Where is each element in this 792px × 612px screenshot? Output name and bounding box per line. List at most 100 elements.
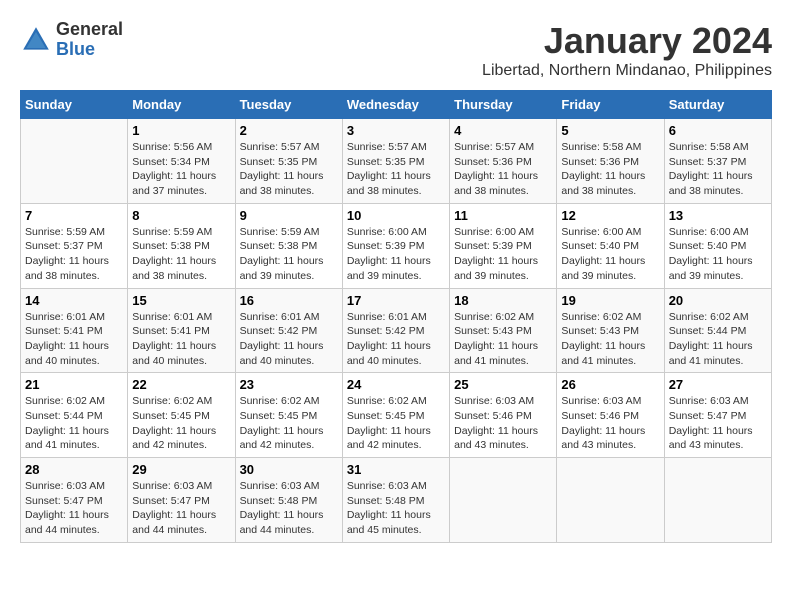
calendar-week-row: 28 Sunrise: 6:03 AM Sunset: 5:47 PM Dayli… <box>21 458 772 543</box>
day-info: Sunrise: 5:57 AM Sunset: 5:35 PM Dayligh… <box>240 140 338 199</box>
calendar-cell: 31 Sunrise: 6:03 AM Sunset: 5:48 PM Dayli… <box>342 458 449 543</box>
logo-blue-text: Blue <box>56 40 123 60</box>
day-number: 11 <box>454 208 552 223</box>
day-info: Sunrise: 5:59 AM Sunset: 5:38 PM Dayligh… <box>240 225 338 284</box>
calendar-cell: 27 Sunrise: 6:03 AM Sunset: 5:47 PM Dayli… <box>664 373 771 458</box>
day-number: 5 <box>561 123 659 138</box>
day-info: Sunrise: 5:56 AM Sunset: 5:34 PM Dayligh… <box>132 140 230 199</box>
calendar-cell: 10Sunrise: 6:00 AM Sunset: 5:39 PM Dayli… <box>342 203 449 288</box>
day-info: Sunrise: 5:57 AM Sunset: 5:35 PM Dayligh… <box>347 140 445 199</box>
header-friday: Friday <box>557 91 664 119</box>
calendar-week-row: 7 Sunrise: 5:59 AM Sunset: 5:37 PM Daylig… <box>21 203 772 288</box>
header-thursday: Thursday <box>450 91 557 119</box>
calendar-cell: 13 Sunrise: 6:00 AM Sunset: 5:40 PM Dayli… <box>664 203 771 288</box>
calendar-cell: 2 Sunrise: 5:57 AM Sunset: 5:35 PM Daylig… <box>235 119 342 204</box>
day-info: Sunrise: 6:03 AM Sunset: 5:46 PM Dayligh… <box>454 394 552 453</box>
calendar-cell <box>557 458 664 543</box>
calendar-cell: 6Sunrise: 5:58 AM Sunset: 5:37 PM Daylig… <box>664 119 771 204</box>
day-info: Sunrise: 6:03 AM Sunset: 5:48 PM Dayligh… <box>347 479 445 538</box>
day-number: 29 <box>132 462 230 477</box>
day-number: 4 <box>454 123 552 138</box>
calendar-cell: 29Sunrise: 6:03 AM Sunset: 5:47 PM Dayli… <box>128 458 235 543</box>
logo-icon <box>20 24 52 56</box>
header-wednesday: Wednesday <box>342 91 449 119</box>
calendar-cell: 1 Sunrise: 5:56 AM Sunset: 5:34 PM Daylig… <box>128 119 235 204</box>
calendar-cell <box>21 119 128 204</box>
title-block: January 2024 Libertad, Northern Mindanao… <box>482 20 772 80</box>
logo-general-text: General <box>56 20 123 40</box>
day-info: Sunrise: 6:00 AM Sunset: 5:39 PM Dayligh… <box>454 225 552 284</box>
header-sunday: Sunday <box>21 91 128 119</box>
day-info: Sunrise: 5:59 AM Sunset: 5:37 PM Dayligh… <box>25 225 123 284</box>
day-info: Sunrise: 6:03 AM Sunset: 5:48 PM Dayligh… <box>240 479 338 538</box>
day-number: 14 <box>25 293 123 308</box>
day-number: 10 <box>347 208 445 223</box>
day-info: Sunrise: 6:02 AM Sunset: 5:44 PM Dayligh… <box>669 310 767 369</box>
day-number: 2 <box>240 123 338 138</box>
calendar-cell: 5 Sunrise: 5:58 AM Sunset: 5:36 PM Daylig… <box>557 119 664 204</box>
day-number: 8 <box>132 208 230 223</box>
calendar-cell: 14 Sunrise: 6:01 AM Sunset: 5:41 PM Dayli… <box>21 288 128 373</box>
day-info: Sunrise: 6:01 AM Sunset: 5:42 PM Dayligh… <box>240 310 338 369</box>
calendar-week-row: 1 Sunrise: 5:56 AM Sunset: 5:34 PM Daylig… <box>21 119 772 204</box>
day-number: 20 <box>669 293 767 308</box>
calendar-cell: 12 Sunrise: 6:00 AM Sunset: 5:40 PM Dayli… <box>557 203 664 288</box>
day-number: 7 <box>25 208 123 223</box>
day-number: 25 <box>454 377 552 392</box>
day-number: 27 <box>669 377 767 392</box>
day-number: 31 <box>347 462 445 477</box>
calendar-cell: 24 Sunrise: 6:02 AM Sunset: 5:45 PM Dayli… <box>342 373 449 458</box>
day-info: Sunrise: 6:01 AM Sunset: 5:41 PM Dayligh… <box>25 310 123 369</box>
calendar-cell: 9 Sunrise: 5:59 AM Sunset: 5:38 PM Daylig… <box>235 203 342 288</box>
day-info: Sunrise: 6:03 AM Sunset: 5:47 PM Dayligh… <box>669 394 767 453</box>
day-info: Sunrise: 5:58 AM Sunset: 5:36 PM Dayligh… <box>561 140 659 199</box>
day-info: Sunrise: 5:59 AM Sunset: 5:38 PM Dayligh… <box>132 225 230 284</box>
day-number: 28 <box>25 462 123 477</box>
calendar-cell: 25 Sunrise: 6:03 AM Sunset: 5:46 PM Dayli… <box>450 373 557 458</box>
calendar-cell: 30 Sunrise: 6:03 AM Sunset: 5:48 PM Dayli… <box>235 458 342 543</box>
day-info: Sunrise: 6:02 AM Sunset: 5:45 PM Dayligh… <box>240 394 338 453</box>
day-number: 1 <box>132 123 230 138</box>
logo: General Blue <box>20 20 123 60</box>
day-number: 24 <box>347 377 445 392</box>
day-info: Sunrise: 6:02 AM Sunset: 5:43 PM Dayligh… <box>454 310 552 369</box>
day-number: 9 <box>240 208 338 223</box>
calendar-cell: 15Sunrise: 6:01 AM Sunset: 5:41 PM Dayli… <box>128 288 235 373</box>
day-info: Sunrise: 6:00 AM Sunset: 5:40 PM Dayligh… <box>561 225 659 284</box>
day-info: Sunrise: 6:02 AM Sunset: 5:44 PM Dayligh… <box>25 394 123 453</box>
calendar-cell: 23 Sunrise: 6:02 AM Sunset: 5:45 PM Dayli… <box>235 373 342 458</box>
day-info: Sunrise: 6:02 AM Sunset: 5:43 PM Dayligh… <box>561 310 659 369</box>
calendar-table: SundayMondayTuesdayWednesdayThursdayFrid… <box>20 90 772 543</box>
day-info: Sunrise: 6:01 AM Sunset: 5:42 PM Dayligh… <box>347 310 445 369</box>
day-number: 15 <box>132 293 230 308</box>
header-saturday: Saturday <box>664 91 771 119</box>
day-number: 21 <box>25 377 123 392</box>
day-number: 19 <box>561 293 659 308</box>
day-number: 23 <box>240 377 338 392</box>
calendar-cell: 22Sunrise: 6:02 AM Sunset: 5:45 PM Dayli… <box>128 373 235 458</box>
calendar-cell: 7 Sunrise: 5:59 AM Sunset: 5:37 PM Daylig… <box>21 203 128 288</box>
day-number: 6 <box>669 123 767 138</box>
calendar-cell: 3Sunrise: 5:57 AM Sunset: 5:35 PM Daylig… <box>342 119 449 204</box>
calendar-cell: 28 Sunrise: 6:03 AM Sunset: 5:47 PM Dayli… <box>21 458 128 543</box>
calendar-cell: 17 Sunrise: 6:01 AM Sunset: 5:42 PM Dayli… <box>342 288 449 373</box>
day-info: Sunrise: 6:03 AM Sunset: 5:47 PM Dayligh… <box>25 479 123 538</box>
calendar-title: January 2024 <box>482 20 772 62</box>
calendar-cell: 21 Sunrise: 6:02 AM Sunset: 5:44 PM Dayli… <box>21 373 128 458</box>
calendar-week-row: 21 Sunrise: 6:02 AM Sunset: 5:44 PM Dayli… <box>21 373 772 458</box>
day-number: 17 <box>347 293 445 308</box>
calendar-week-row: 14 Sunrise: 6:01 AM Sunset: 5:41 PM Dayli… <box>21 288 772 373</box>
day-number: 12 <box>561 208 659 223</box>
calendar-cell: 8 Sunrise: 5:59 AM Sunset: 5:38 PM Daylig… <box>128 203 235 288</box>
day-number: 16 <box>240 293 338 308</box>
day-info: Sunrise: 6:03 AM Sunset: 5:46 PM Dayligh… <box>561 394 659 453</box>
calendar-cell: 18 Sunrise: 6:02 AM Sunset: 5:43 PM Dayli… <box>450 288 557 373</box>
day-number: 18 <box>454 293 552 308</box>
day-number: 30 <box>240 462 338 477</box>
day-info: Sunrise: 5:57 AM Sunset: 5:36 PM Dayligh… <box>454 140 552 199</box>
day-info: Sunrise: 6:02 AM Sunset: 5:45 PM Dayligh… <box>347 394 445 453</box>
day-number: 13 <box>669 208 767 223</box>
day-info: Sunrise: 6:00 AM Sunset: 5:40 PM Dayligh… <box>669 225 767 284</box>
header-monday: Monday <box>128 91 235 119</box>
calendar-subtitle: Libertad, Northern Mindanao, Philippines <box>482 62 772 80</box>
